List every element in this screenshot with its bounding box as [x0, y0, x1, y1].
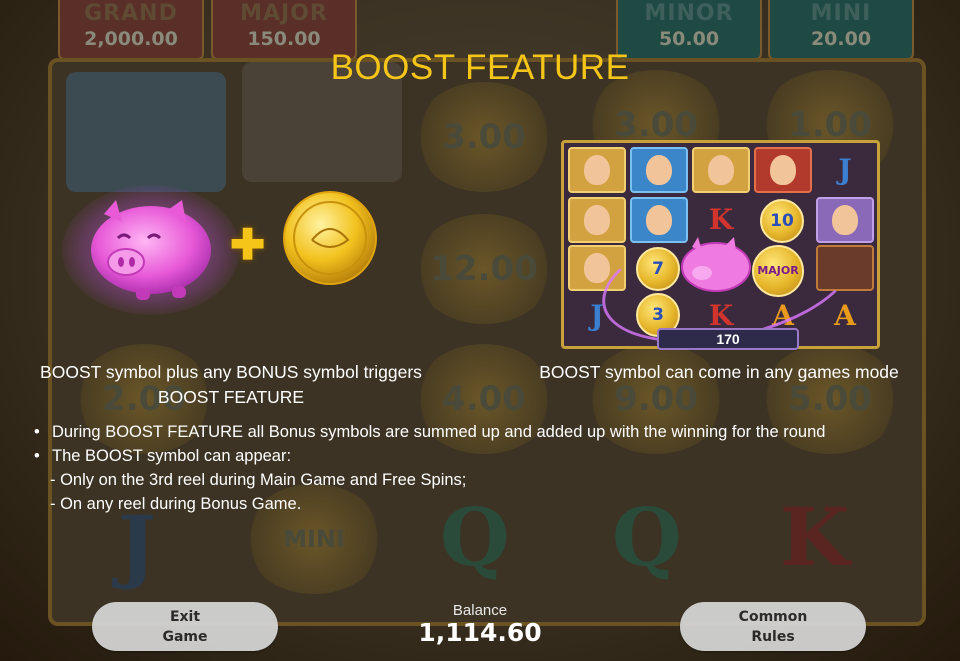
- exit-label-line1: Exit: [169, 608, 201, 625]
- page-title: BOOST FEATURE: [330, 48, 630, 87]
- rule-bullet: The BOOST symbol can appear:: [34, 444, 934, 468]
- reel-symbol-man: [692, 147, 750, 193]
- reel-win-counter: 170: [657, 328, 799, 350]
- piggy-bank-icon: [91, 200, 211, 300]
- plus-icon: ✚: [230, 221, 266, 268]
- jackpot-name: MINI: [810, 1, 872, 26]
- jackpot-value: 20.00: [810, 28, 872, 50]
- balance-label: Balance: [452, 602, 508, 619]
- balance-value: 1,114.60: [418, 618, 542, 647]
- bg-coin: 3.00: [414, 82, 554, 192]
- caption-left: BOOST symbol plus any BONUS symbol trigg…: [40, 362, 422, 407]
- reel-symbol-lady: [630, 147, 688, 193]
- rules-list: During BOOST FEATURE all Bonus symbols a…: [34, 420, 934, 516]
- reel-symbol-woman: [754, 147, 812, 193]
- reel-symbol-man: [568, 147, 626, 193]
- jackpot-value: 2,000.00: [84, 28, 178, 50]
- reel-symbol-man: [568, 197, 626, 243]
- rule-bullet: During BOOST FEATURE all Bonus symbols a…: [34, 420, 934, 444]
- jackpot-name: MAJOR: [240, 1, 328, 26]
- rule-sub-item: - Only on the 3rd reel during Main Game …: [50, 471, 467, 489]
- jackpot-name: GRAND: [84, 1, 178, 26]
- jackpot-value: 150.00: [247, 28, 321, 50]
- jackpot-name: MINOR: [644, 1, 734, 26]
- jackpot-value: 50.00: [658, 28, 720, 50]
- rule-sub-item: - On any reel during Bonus Game.: [50, 495, 302, 513]
- bg-portrait-lady: [66, 72, 226, 192]
- common-rules-button[interactable]: Common Rules: [680, 602, 866, 651]
- reel-symbol-letter: J: [838, 153, 852, 186]
- bg-coin: 12.00: [414, 214, 554, 324]
- exit-label-line2: Game: [162, 628, 208, 645]
- rules-label-line1: Common: [738, 608, 808, 625]
- rules-label-line2: Rules: [751, 628, 795, 645]
- gold-coin-icon: [283, 191, 377, 285]
- caption-right: BOOST symbol can come in any games mode: [539, 362, 899, 382]
- exit-game-button[interactable]: Exit Game: [92, 602, 278, 651]
